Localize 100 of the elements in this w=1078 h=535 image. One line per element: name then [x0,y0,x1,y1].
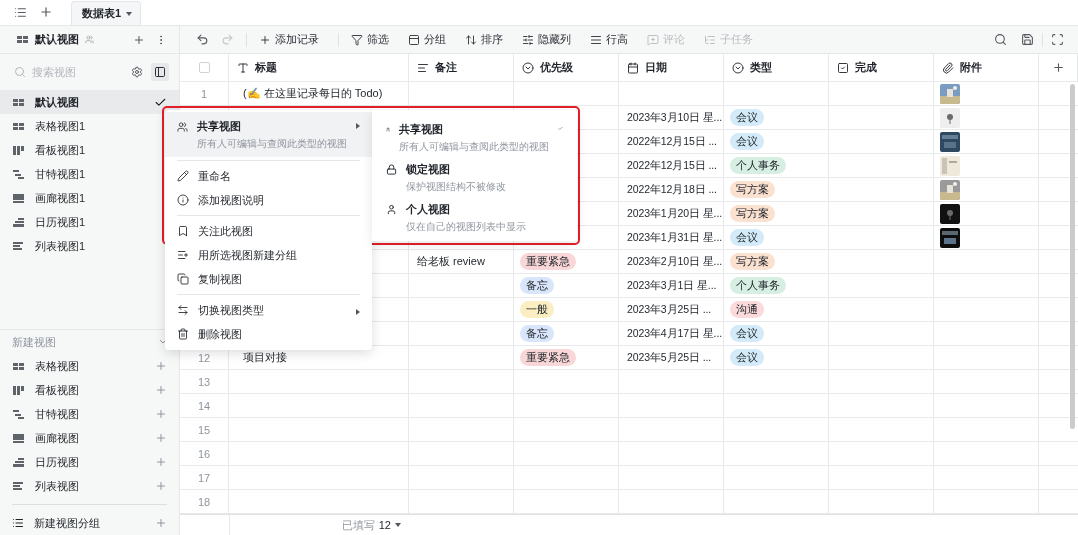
plus-icon [155,517,167,529]
bookmark-icon [177,225,189,237]
toolbar-button[interactable]: 排序 [459,29,509,50]
new-view-item[interactable]: 画廊视图 [0,426,179,450]
select-all-checkbox[interactable] [198,62,210,73]
search-icon [14,66,26,78]
table-cell: 2022年12月18日 ... [627,182,717,197]
scrollbar[interactable] [1070,84,1075,429]
save-button[interactable] [1019,31,1036,48]
column-title: 完成 [855,60,877,75]
undo-icon [196,33,209,46]
toolbar-button[interactable]: 筛选 [345,29,395,50]
menu-item[interactable]: 锁定视图 保护视图结构不被修改 [372,157,577,197]
column-title: 备注 [435,60,457,75]
collapse-button[interactable] [159,339,167,345]
plus-icon [259,33,271,46]
view-label: 默认视图 [35,94,80,110]
view-label: 看板视图1 [35,142,87,158]
menu-description: 所有人可编辑与查阅此类型的视图 [399,140,550,154]
lock-icon [386,164,397,175]
people-icon [386,124,391,135]
panel-icon [154,66,166,78]
menu-item[interactable]: 共享视图 所有人可编辑与查阅此类型的视图 [165,112,372,157]
menu-item[interactable]: 复制视图 [165,267,372,291]
gantt-view-icon [12,167,25,181]
view-label: 甘特视图 [35,406,80,422]
sidebar-toggle-button[interactable] [151,63,169,81]
plus-icon [155,384,167,396]
toolbar-button[interactable]: 隐藏列 [516,29,577,50]
kanban-view-icon [12,383,25,397]
fullscreen-button[interactable] [1049,31,1066,48]
type-tag: 会议 [730,229,764,246]
comment-icon [647,33,659,46]
settings-button[interactable] [129,64,145,80]
filled-count-dropdown[interactable]: 已填写 12 [341,517,401,533]
search-button[interactable] [992,31,1009,48]
view-label: 画廊视图1 [35,190,87,206]
new-view-item[interactable]: 看板视图 [0,378,179,402]
menu-label: 复制视图 [198,271,243,287]
switch-icon [177,304,189,316]
type-tag: 会议 [730,109,764,126]
search-placeholder: 搜索视图 [32,64,76,80]
new-view-item[interactable]: 表格视图 [0,354,179,378]
table-tab[interactable]: 数据表1 [71,1,142,25]
menu-item[interactable]: 切换视图类型 [165,298,372,322]
table-cell: 项目对接 [243,350,287,365]
checkbox-field-icon [837,61,849,74]
menu-item[interactable]: 重命名 [165,164,372,188]
toolbar-button[interactable]: 分组 [402,29,452,50]
save-icon [1021,33,1034,46]
view-label: 列表视图1 [35,238,87,254]
priority-tag: 重要紧急 [520,253,576,270]
view-label: 甘特视图1 [35,166,87,182]
gantt-view-icon [12,407,25,421]
list-view-icon [12,239,25,253]
gallery-view-icon [12,191,25,205]
table-cell: 2023年5月25日 ... [627,350,712,365]
new-view-item[interactable]: 甘特视图 [0,402,179,426]
new-view-item[interactable]: 日历视图 [0,450,179,474]
type-tag: 会议 [730,133,764,150]
plus-icon [155,408,167,420]
caret-icon [126,11,133,16]
toolbar-button[interactable]: 行高 [584,29,634,50]
view-label: 日历视图1 [35,214,87,230]
table-cell: 2023年2月10日 星... [627,254,723,269]
new-group-item[interactable]: 新建视图分组 [0,511,179,535]
new-view-item[interactable]: 列表视图 [0,474,179,498]
view-item[interactable]: 默认视图 [0,90,179,114]
table-cell: 2023年1月31日 星... [627,230,723,245]
priority-tag: 备忘 [520,325,554,342]
copy-icon [177,273,189,285]
type-tag: 写方案 [730,181,775,198]
menu-item[interactable]: 共享视图 所有人可编辑与查阅此类型的视图 [372,117,577,157]
table-cell: 2023年3月25日 ... [627,302,712,317]
kanban-view-icon [12,143,25,157]
menu-item[interactable]: 删除视图 [165,322,372,346]
menu-label: 关注此视图 [198,223,254,239]
toolbar-button[interactable]: 添加记录 [253,29,325,50]
chevron-down-icon [159,339,167,345]
column-title: 附件 [960,60,982,75]
view-label: 看板视图 [35,382,80,398]
text-field-icon [237,61,249,74]
sort-icon [465,33,477,46]
menu-item[interactable]: 添加视图说明 [165,188,372,212]
menu-item[interactable]: 关注此视图 [165,219,372,243]
filter-icon [351,33,363,46]
trash-icon [177,328,189,340]
menu-label: 删除视图 [198,326,243,342]
type-tag: 会议 [730,325,764,342]
view-title: 默认视图 [35,32,79,47]
list-icon [12,517,24,529]
plus-icon [155,456,167,468]
menu-item[interactable]: 用所选视图新建分组 [165,243,372,267]
menu-label: 用所选视图新建分组 [198,247,298,263]
section-title: 新建视图 [12,334,56,350]
menu-item[interactable]: 个人视图 仅在自己的视图列表中显示 [372,197,577,237]
calendar-view-icon [12,215,25,229]
plus-icon [39,5,53,19]
select-field-icon [522,61,534,74]
plus-icon [133,33,145,46]
